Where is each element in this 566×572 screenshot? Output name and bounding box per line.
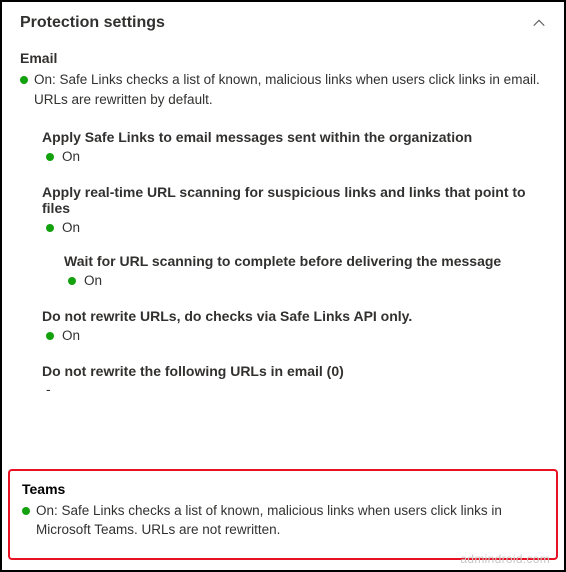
status-dot-icon (46, 332, 54, 340)
status-dot-icon (46, 224, 54, 232)
setting-wait-for-scan: Wait for URL scanning to complete before… (64, 253, 546, 288)
setting-status: On (46, 149, 546, 164)
setting-apply-internal: Apply Safe Links to email messages sent … (42, 129, 546, 164)
setting-status-text: On (62, 149, 80, 164)
email-section-label: Email (20, 50, 546, 66)
setting-status-text: On (84, 273, 102, 288)
teams-status-line: On: Safe Links checks a list of known, m… (22, 501, 544, 540)
status-dot-icon (68, 277, 76, 285)
setting-status-text: On (62, 328, 80, 343)
watermark-text: admindroid.com (460, 552, 550, 566)
email-status-text: On: Safe Links checks a list of known, m… (34, 70, 546, 109)
setting-api-only: Do not rewrite URLs, do checks via Safe … (42, 308, 546, 343)
chevron-up-icon[interactable] (532, 16, 546, 30)
settings-panel: Protection settings Email On: Safe Links… (0, 0, 566, 572)
teams-section-label: Teams (22, 481, 544, 497)
setting-title: Do not rewrite URLs, do checks via Safe … (42, 308, 546, 324)
setting-status-text: On (62, 220, 80, 235)
status-dot-icon (22, 507, 30, 515)
panel-content: Protection settings Email On: Safe Links… (2, 2, 564, 397)
section-title: Protection settings (20, 14, 165, 32)
email-status-line: On: Safe Links checks a list of known, m… (20, 70, 546, 109)
status-dot-icon (20, 76, 28, 84)
status-dot-icon (46, 153, 54, 161)
setting-status: On (68, 273, 546, 288)
setting-status: On (46, 220, 546, 235)
teams-highlight-box: Teams On: Safe Links checks a list of kn… (8, 469, 558, 560)
setting-title: Do not rewrite the following URLs in ema… (42, 363, 546, 379)
exclusion-empty-dash: - (46, 381, 546, 397)
setting-status: On (46, 328, 546, 343)
setting-title: Wait for URL scanning to complete before… (64, 253, 546, 269)
setting-title: Apply real-time URL scanning for suspici… (42, 184, 546, 216)
setting-realtime-scan: Apply real-time URL scanning for suspici… (42, 184, 546, 288)
setting-exclusion-list: Do not rewrite the following URLs in ema… (42, 363, 546, 397)
teams-status-text: On: Safe Links checks a list of known, m… (36, 501, 544, 540)
setting-title: Apply Safe Links to email messages sent … (42, 129, 546, 145)
section-header[interactable]: Protection settings (20, 14, 546, 40)
